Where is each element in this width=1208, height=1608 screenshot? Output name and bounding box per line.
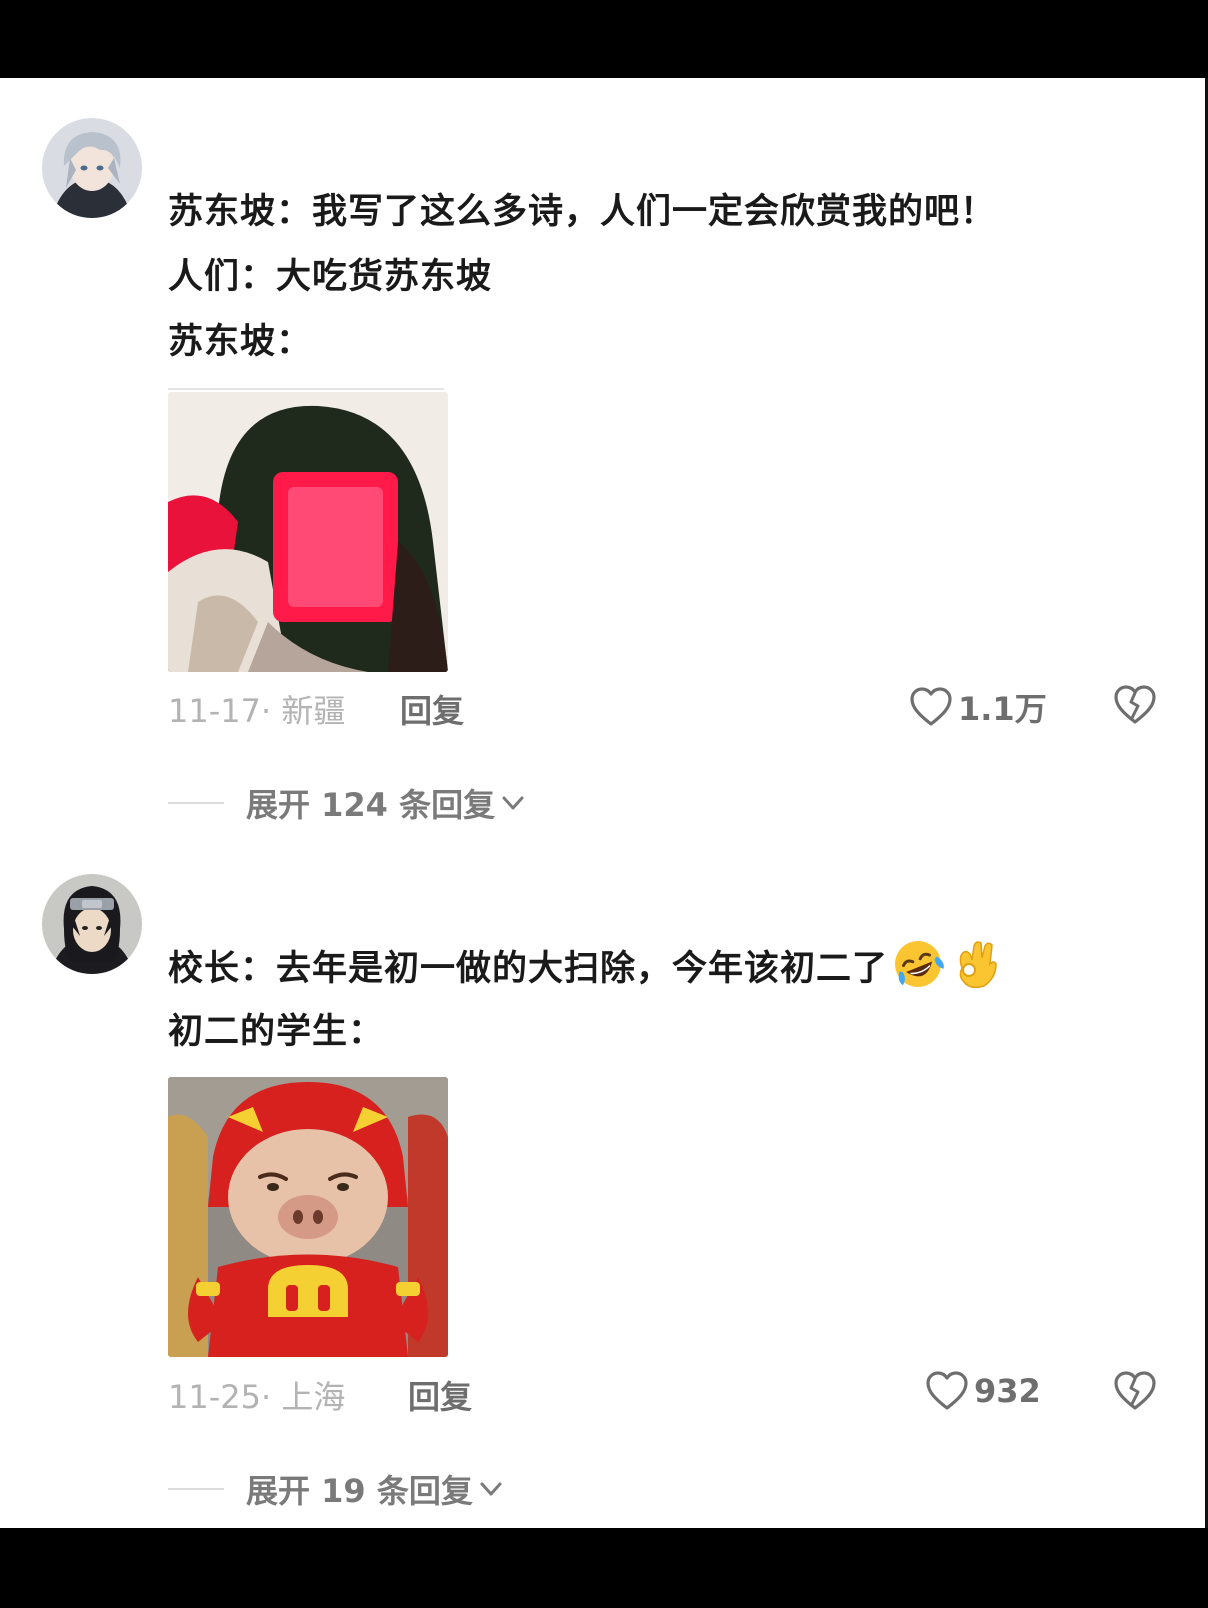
like-count: 1.1万 — [958, 690, 1047, 728]
top-black-bar — [0, 0, 1208, 78]
avatar[interactable] — [42, 874, 142, 974]
meme-image[interactable] — [168, 1077, 448, 1357]
chevron-down-icon — [502, 796, 524, 810]
avatar[interactable] — [42, 118, 142, 218]
comment-text-line: 校长：去年是初一做的大扫除，今年该初二了 — [168, 938, 1000, 991]
expand-replies-label: 展开 19 条回复 — [246, 1472, 473, 1510]
broken-heart-icon — [1114, 685, 1156, 724]
broken-heart-icon — [1114, 1371, 1156, 1410]
like-count: 932 — [974, 1372, 1041, 1410]
meme-image[interactable] — [168, 392, 448, 672]
expand-replies-button[interactable]: 展开 19 条回复 — [168, 1466, 505, 1512]
expand-divider — [168, 802, 224, 804]
chevron-down-icon — [480, 1482, 502, 1496]
dislike-button[interactable] — [1112, 684, 1158, 726]
like-button[interactable]: 1.1万 — [908, 684, 1047, 730]
dislike-button[interactable] — [1112, 1370, 1158, 1412]
comment-text-line: 人们：大吃货苏东坡 — [168, 257, 493, 297]
comment-date-location: 11-25· 上海 — [168, 1378, 346, 1416]
bottom-black-bar — [0, 1528, 1208, 1608]
image-top-divider — [168, 388, 444, 390]
expand-replies-button[interactable]: 展开 124 条回复 — [168, 780, 527, 826]
heart-icon — [910, 687, 952, 726]
reply-button[interactable]: 回复 — [400, 686, 464, 732]
expand-divider — [168, 1488, 224, 1490]
like-button[interactable]: 932 — [924, 1370, 1041, 1412]
comment-text: 校长：去年是初一做的大扫除，今年该初二了 — [168, 949, 889, 989]
comment-text-line: 苏东坡： — [168, 322, 313, 362]
comment-text-line: 苏东坡：我写了这么多诗，人们一定会欣赏我的吧！ — [168, 192, 997, 232]
comment-date-location: 11-17· 新疆 — [168, 692, 346, 730]
expand-replies-label: 展开 124 条回复 — [246, 786, 496, 824]
ok-hand-emoji-icon — [959, 941, 997, 989]
rolling-laughing-emoji-icon — [895, 941, 944, 987]
comment-text-line: 初二的学生： — [168, 1012, 385, 1052]
heart-icon — [926, 1371, 968, 1410]
reply-button[interactable]: 回复 — [408, 1372, 472, 1418]
